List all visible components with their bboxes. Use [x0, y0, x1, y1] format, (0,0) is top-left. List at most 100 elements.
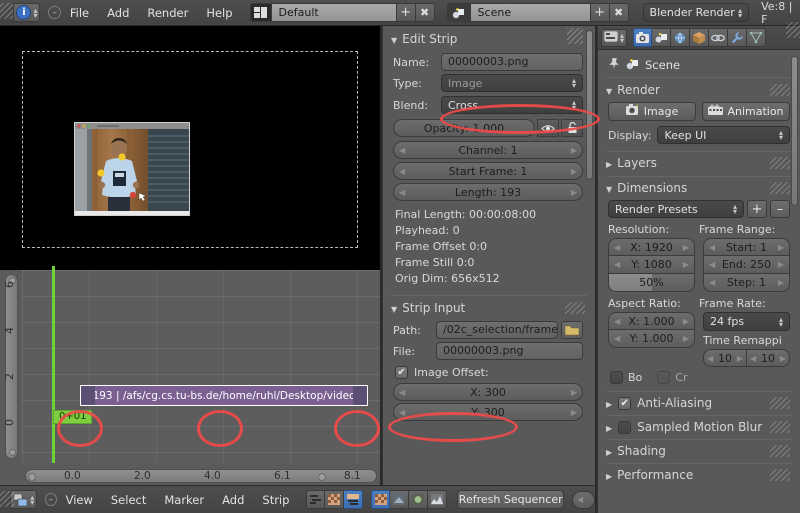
area-corner-grip[interactable]: [0, 486, 14, 513]
strip-right-handle[interactable]: [353, 386, 367, 405]
menu-help[interactable]: Help: [197, 4, 241, 22]
frame-step-stepper[interactable]: ◀ Step: 1 ▶: [703, 274, 790, 292]
image-offset-checkbox[interactable]: ✔: [395, 366, 408, 379]
dimensions-panel-header[interactable]: Dimensions: [598, 177, 800, 198]
playhead-line[interactable]: [52, 266, 55, 463]
channel-stepper[interactable]: ◀ Channel: 1 ▶: [393, 141, 583, 159]
aspect-y-stepper[interactable]: ◀ Y: 1.000 ▶: [608, 330, 695, 348]
refresh-sequencer-button[interactable]: Refresh Sequencer: [457, 490, 564, 509]
strip-properties-panel[interactable]: Edit Strip Name: 00000003.png Type: Imag…: [382, 26, 595, 485]
anti-aliasing-panel-header[interactable]: ✔ Anti-Aliasing: [598, 392, 800, 413]
scene-icon[interactable]: [446, 3, 471, 22]
file-input[interactable]: 00000003.png: [436, 342, 583, 360]
frame-end-stepper[interactable]: ◀ End: 250 ▶: [703, 256, 790, 274]
vertical-scrollbar[interactable]: [5, 274, 18, 459]
opacity-slider[interactable]: Opacity: 1.000: [393, 119, 535, 137]
sequencer-grid[interactable]: 193 | /afs/cg.cs.tu-bs.de/home/ruhl/Desk…: [22, 266, 380, 463]
render-presets-dropdown[interactable]: Render Presets: [608, 200, 744, 218]
breadcrumb-scene-name[interactable]: Scene: [645, 58, 680, 72]
strip-left-handle[interactable]: [81, 386, 95, 405]
aspect-x-stepper[interactable]: ◀ X: 1.000 ▶: [608, 312, 695, 330]
seq-menu-add[interactable]: Add: [213, 491, 253, 509]
menu-file[interactable]: File: [61, 4, 98, 22]
sequencer-y-axis[interactable]: 6 4 2 0: [0, 270, 22, 463]
layers-panel-header[interactable]: Layers: [598, 152, 800, 174]
border-checkbox[interactable]: [610, 371, 623, 384]
delete-screen-button[interactable]: ✖: [415, 3, 435, 22]
time-remap-old-stepper[interactable]: ◀ 10 ▶: [703, 349, 747, 367]
checker-overlay-icon[interactable]: [371, 490, 391, 509]
remove-preset-button[interactable]: –: [770, 200, 790, 218]
render-engine-dropdown[interactable]: Blender Render: [642, 3, 750, 22]
render-image-button[interactable]: Image: [608, 102, 696, 121]
scene-preview-icon[interactable]: [409, 490, 429, 509]
sequencer-view-icon[interactable]: [306, 490, 326, 509]
performance-panel-header[interactable]: Performance: [598, 464, 800, 485]
collapse-menu-icon[interactable]: –: [45, 493, 57, 506]
scene-tab-icon[interactable]: [652, 28, 672, 47]
sequencer-preview-area[interactable]: [0, 26, 380, 270]
eye-icon[interactable]: [537, 119, 559, 137]
start-frame-stepper[interactable]: ◀ Start Frame: 1 ▶: [393, 162, 583, 180]
constraints-tab-chain-icon[interactable]: [709, 28, 729, 47]
seq-menu-view[interactable]: View: [57, 491, 102, 509]
offset-y-stepper[interactable]: ◀ Y: 300 ▶: [393, 403, 583, 421]
crop-checkbox[interactable]: [657, 371, 671, 384]
scene-name[interactable]: Scene: [470, 3, 591, 22]
sequencer-preview-view-icon[interactable]: [344, 490, 364, 509]
object-tab-cube-icon[interactable]: [690, 28, 710, 47]
sequencer-timeline-area[interactable]: 193 | /afs/cg.cs.tu-bs.de/home/ruhl/Desk…: [0, 266, 380, 485]
add-preset-button[interactable]: +: [747, 200, 767, 218]
editor-type-selector-properties[interactable]: [601, 28, 628, 47]
frame-rate-dropdown[interactable]: 24 fps: [703, 312, 790, 331]
world-tab-globe-icon[interactable]: [671, 28, 691, 47]
motion-blur-checkbox[interactable]: [618, 420, 632, 434]
waveform-overlay-icon[interactable]: [428, 490, 448, 509]
modifiers-tab-wrench-icon[interactable]: [728, 28, 748, 47]
sequencer-x-axis[interactable]: 0.0 2.0 4.0 6.1 8.1: [22, 467, 380, 485]
image-preview-view-icon[interactable]: [325, 490, 345, 509]
resolution-x-stepper[interactable]: ◀ X: 1920 ▶: [608, 238, 695, 256]
playhead-frame-label[interactable]: 0+01: [53, 410, 93, 424]
editor-type-selector-sequencer[interactable]: [10, 490, 38, 509]
resolution-percentage-slider[interactable]: 50%: [608, 274, 695, 292]
anti-aliasing-checkbox[interactable]: ✔: [618, 396, 632, 410]
path-input[interactable]: /02c_selection/frames/: [436, 321, 558, 339]
proxy-overlay-icon[interactable]: [390, 490, 410, 509]
render-animation-button[interactable]: Animation: [702, 102, 790, 121]
screen-layout-name[interactable]: Default: [271, 3, 397, 22]
folder-icon[interactable]: [561, 321, 583, 339]
strip-input-panel-header[interactable]: Strip Input: [383, 296, 595, 318]
data-tab-mesh-icon[interactable]: [747, 28, 767, 47]
display-mode-dropdown[interactable]: Keep UI: [657, 126, 790, 144]
seq-menu-select[interactable]: Select: [102, 491, 155, 509]
editor-type-selector-info[interactable]: i: [13, 3, 41, 22]
strip-panel-scrollbar[interactable]: [586, 30, 593, 180]
display-mode-group[interactable]: [306, 490, 364, 509]
scroll-handle-right[interactable]: [318, 472, 326, 481]
render-panel-header[interactable]: Render: [598, 78, 800, 101]
time-remap-new-stepper[interactable]: ◀ 10 ▶: [747, 349, 790, 367]
blend-mode-dropdown[interactable]: Cross: [441, 96, 583, 114]
overlay-toggle-group[interactable]: [371, 490, 448, 509]
strip-type-dropdown[interactable]: Image: [441, 74, 583, 92]
strip-name-input[interactable]: 00000003.png: [441, 53, 583, 71]
horizontal-scrollbar[interactable]: 0.0 2.0 4.0 6.1 8.1: [25, 469, 377, 483]
seq-menu-strip[interactable]: Strip: [253, 491, 298, 509]
delete-scene-button[interactable]: ✖: [609, 3, 629, 22]
render-properties-panel[interactable]: Scene Render Image Animation: [597, 22, 800, 513]
offset-x-stepper[interactable]: ◀ X: 300 ▶: [393, 383, 583, 401]
edit-strip-panel-header[interactable]: Edit Strip: [383, 26, 595, 50]
scroll-handle-left[interactable]: [28, 472, 36, 481]
motion-blur-panel-header[interactable]: Sampled Motion Blur: [598, 416, 800, 437]
frame-start-stepper[interactable]: ◀ Start: 1 ▶: [703, 238, 790, 256]
extra-numeric-button[interactable]: ◀: [572, 490, 595, 509]
seq-menu-marker[interactable]: Marker: [155, 491, 213, 509]
unlock-icon[interactable]: [561, 119, 583, 137]
add-scene-button[interactable]: +: [590, 3, 610, 22]
length-stepper[interactable]: ◀ Length: 193 ▶: [393, 183, 583, 201]
strip-label[interactable]: 193 | /afs/cg.cs.tu-bs.de/home/ruhl/Desk…: [95, 386, 353, 405]
scroll-handle-bottom[interactable]: [8, 449, 16, 456]
properties-scrollbar[interactable]: [791, 56, 798, 206]
resolution-y-stepper[interactable]: ◀ Y: 1080 ▶: [608, 256, 695, 274]
